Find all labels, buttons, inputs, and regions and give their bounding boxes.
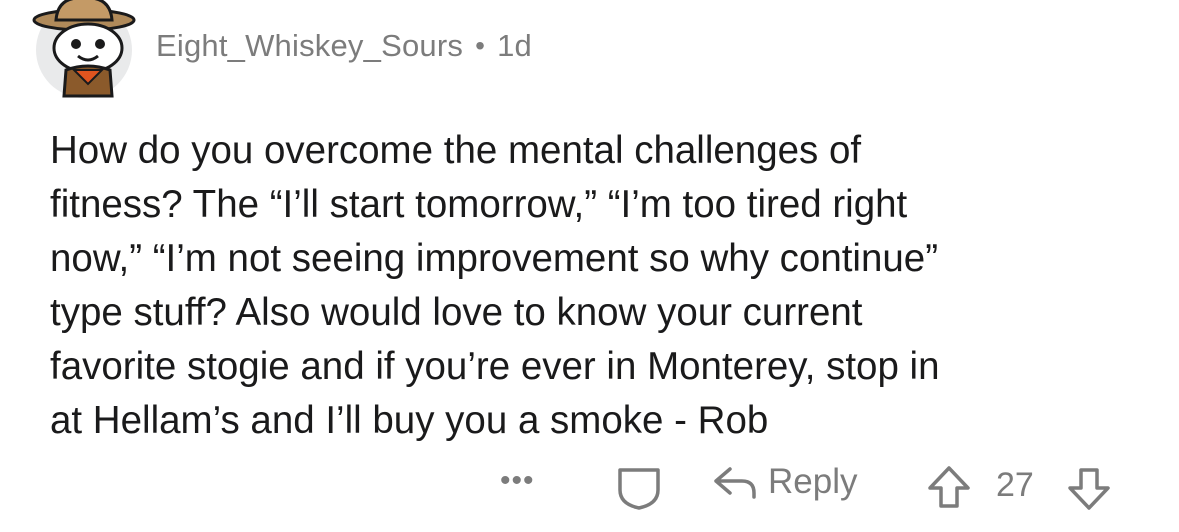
cowboy-snoo-avatar-icon: [32, 0, 136, 98]
comment-age: 1d: [497, 28, 532, 63]
upvote-button[interactable]: [926, 464, 972, 515]
comment-actions: ••• Reply 27: [0, 458, 1179, 518]
more-options-button[interactable]: •••: [500, 464, 535, 498]
avatar[interactable]: [32, 0, 136, 98]
award-button[interactable]: [614, 466, 664, 515]
comment-meta: Eight_Whiskey_Sours • 1d: [156, 28, 532, 64]
upvote-arrow-icon: [928, 466, 970, 508]
username-link[interactable]: Eight_Whiskey_Sours: [156, 28, 463, 64]
comment-header: Eight_Whiskey_Sours • 1d: [32, 0, 532, 100]
award-shield-icon: [618, 468, 660, 510]
reply-arrow-icon: [714, 467, 756, 499]
separator-dot: •: [475, 30, 486, 61]
comment-body: How do you overcome the mental challenge…: [50, 129, 940, 442]
comment: Eight_Whiskey_Sours • 1d How do you over…: [0, 0, 1179, 532]
downvote-arrow-icon: [1068, 468, 1110, 510]
reply-label: Reply: [768, 462, 858, 501]
reply-button[interactable]: Reply: [712, 462, 857, 502]
downvote-button[interactable]: [1066, 466, 1112, 517]
vote-score: 27: [996, 466, 1034, 504]
